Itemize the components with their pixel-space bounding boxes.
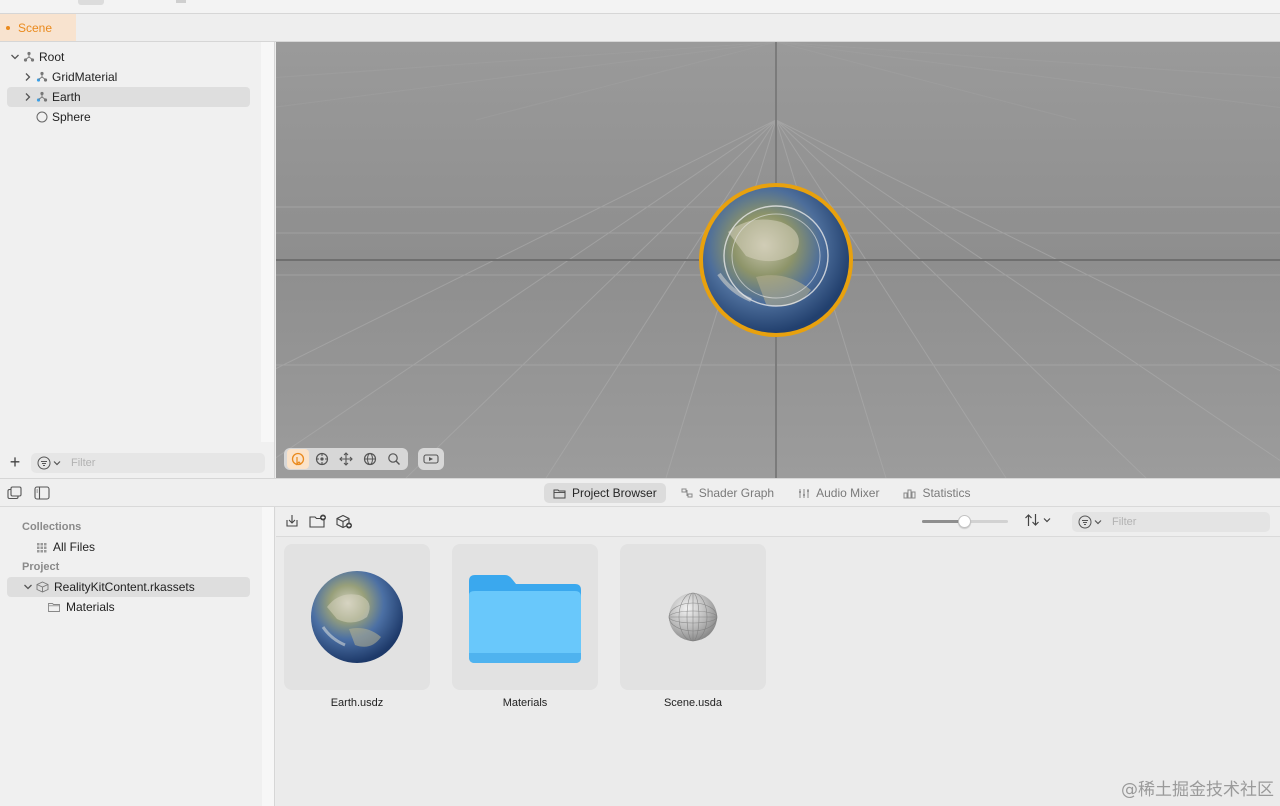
project-header: Project (22, 561, 60, 573)
project-rkassets[interactable]: RealityKitContent.rkassets (7, 577, 250, 597)
modified-dot-icon (6, 25, 10, 30)
tab-label: Audio Mixer (816, 486, 880, 500)
sidebar-toggle-icon[interactable] (34, 486, 50, 500)
statistics-icon (903, 489, 916, 498)
camera-icon[interactable] (418, 448, 444, 470)
tab-audio-mixer[interactable]: Audio Mixer (789, 483, 888, 503)
zoom-tool-icon[interactable] (383, 449, 405, 469)
earth-model-icon (311, 571, 403, 663)
asset-name: Earth.usdz (330, 697, 384, 709)
asset-thumbnail (284, 544, 430, 690)
hierarchy-filter[interactable] (31, 453, 265, 473)
sort-button[interactable] (1024, 513, 1051, 527)
folder-materials[interactable]: Materials (48, 597, 250, 617)
browser-filter[interactable] (1072, 512, 1270, 532)
package-icon (36, 581, 49, 593)
import-icon[interactable] (285, 514, 299, 528)
filter-options-icon[interactable] (1078, 515, 1102, 529)
rotate-tool-icon[interactable] (359, 449, 381, 469)
earth-entity[interactable] (699, 183, 853, 337)
watermark: @稀土掘金技术社区 (1121, 780, 1274, 800)
entity-icon (36, 91, 48, 102)
transform-tool-group (284, 448, 408, 470)
new-window-icon[interactable] (7, 486, 23, 500)
tab-label: Statistics (922, 486, 971, 500)
sort-icon (1025, 514, 1039, 526)
entity-icon (23, 51, 35, 62)
grid-icon (37, 542, 47, 552)
translate-tool-icon[interactable] (311, 449, 333, 469)
viewport-toolbar (284, 448, 444, 470)
collection-all-files[interactable]: All Files (36, 537, 250, 557)
chevron-down-icon[interactable] (10, 52, 20, 62)
chevron-right-icon[interactable] (23, 72, 33, 82)
project-label: RealityKitContent.rkassets (54, 580, 195, 594)
hierarchy-scrollbar[interactable] (261, 42, 274, 442)
project-browser: Earth.usdz Materials (276, 507, 1280, 806)
filter-options-icon[interactable] (37, 456, 61, 470)
top-strip-nub (176, 0, 186, 3)
collections-sidebar: Collections All Files Project RealityKit… (0, 507, 262, 806)
chevron-down-icon (1043, 518, 1051, 523)
collections-scrollbar[interactable] (262, 507, 275, 806)
entity-icon (36, 71, 48, 82)
collections-header: Collections (22, 521, 82, 533)
browser-toolbar (276, 507, 1280, 537)
asset-name: Materials (502, 697, 548, 709)
folder-icon (469, 575, 581, 663)
scene-hierarchy-panel: Root GridMaterial Earth Sphere + (0, 42, 275, 478)
top-strip-tab-nub (78, 0, 104, 5)
tree-item-label: Root (39, 50, 65, 64)
tab-shader-graph[interactable]: Shader Graph (672, 483, 783, 503)
chevron-down-icon[interactable] (23, 582, 33, 592)
asset-name: Scene.usda (663, 697, 723, 709)
window-top-strip (0, 0, 1280, 14)
thumbnail-size-slider[interactable] (922, 515, 1008, 528)
folder-label: Materials (66, 600, 115, 614)
bottom-panel-tabbar: Project Browser Shader Graph Audio Mixer… (0, 478, 1280, 507)
select-tool-icon[interactable] (287, 449, 309, 469)
tab-label: Project Browser (572, 486, 657, 500)
hierarchy-footer: + (0, 448, 275, 478)
asset-earth-usdz[interactable]: Earth.usdz (284, 544, 430, 709)
document-tab-bar: Scene (0, 14, 1280, 42)
3d-viewport[interactable] (276, 42, 1280, 478)
tree-item-gridmaterial[interactable]: GridMaterial (23, 67, 250, 87)
tree-item-label: Sphere (52, 110, 91, 124)
tree-item-earth[interactable]: Earth (7, 87, 250, 107)
tab-project-browser[interactable]: Project Browser (544, 483, 666, 503)
viewport-grid (276, 42, 1280, 478)
collection-label: All Files (53, 540, 96, 554)
asset-materials-folder[interactable]: Materials (452, 544, 598, 709)
asset-thumbnail (452, 544, 598, 690)
tab-scene-label: Scene (18, 20, 53, 35)
shader-graph-icon (681, 488, 693, 497)
asset-scene-usda[interactable]: Scene.usda (620, 544, 766, 709)
tree-item-label: Earth (52, 90, 81, 104)
chevron-right-icon[interactable] (23, 92, 33, 102)
folder-icon (553, 489, 566, 498)
new-entity-icon[interactable] (335, 514, 353, 530)
audio-mixer-icon (799, 488, 810, 498)
tab-label: Shader Graph (698, 486, 775, 500)
tree-item-sphere[interactable]: Sphere (33, 107, 250, 127)
browser-filter-input[interactable] (1112, 516, 1252, 528)
tree-item-root[interactable]: Root (10, 47, 250, 67)
tab-scene[interactable]: Scene (0, 14, 76, 41)
hierarchy-filter-input[interactable] (71, 457, 221, 469)
add-entity-button[interactable]: + (8, 453, 22, 471)
folder-icon (48, 603, 60, 612)
scene-sphere-icon (668, 592, 718, 642)
asset-thumbnail (620, 544, 766, 690)
tab-statistics[interactable]: Statistics (894, 483, 979, 503)
tree-item-label: GridMaterial (52, 70, 118, 84)
sphere-icon (36, 111, 48, 123)
move-tool-icon[interactable] (335, 449, 357, 469)
new-folder-icon[interactable] (309, 514, 327, 528)
slider-knob[interactable] (957, 515, 971, 528)
